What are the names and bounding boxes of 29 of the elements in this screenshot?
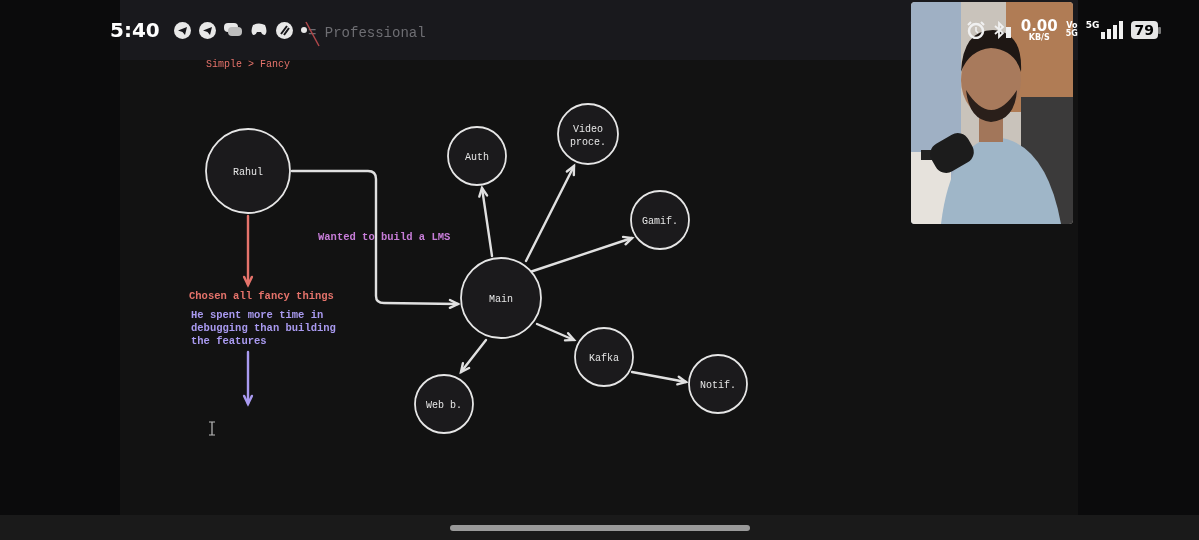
diagram-node: Rahul: [205, 128, 291, 214]
diagram-node: Kafka: [574, 327, 634, 387]
gamepad-icon: [249, 22, 268, 38]
alarm-clock-icon: [966, 21, 985, 39]
diagram-node: Main: [460, 257, 542, 339]
diagram-node: Auth: [447, 126, 507, 186]
signal-bars-icon: [1100, 21, 1123, 39]
annotation-text: Chosen all fancy things: [189, 290, 334, 302]
battery-level: 79: [1130, 21, 1158, 39]
dot-icon: [300, 27, 307, 33]
home-indicator[interactable]: [449, 524, 750, 531]
network-type: 5G: [1085, 21, 1100, 30]
chat-bubbles-icon: [223, 22, 242, 38]
diagram-node: Gamif.: [630, 190, 690, 250]
speed-unit: KB/S: [1028, 33, 1050, 42]
annotation-text: Wanted to build a LMS: [318, 231, 451, 243]
annotation-text: He spent more time in debugging than building the features: [191, 309, 336, 347]
diagram-node: Notif.: [688, 354, 748, 414]
tools-icon: [275, 21, 293, 39]
clock-time: 5:40: [110, 17, 160, 44]
paper-plane-icon: [198, 21, 216, 39]
battery-tip-icon: [1158, 26, 1161, 34]
subheading-text: Simple > Fancy: [206, 59, 290, 70]
paper-plane-icon: [173, 21, 191, 39]
bluetooth-icon: [992, 21, 1013, 39]
diagram-node: Web b.: [414, 374, 474, 434]
network-speed: 0.00: [1020, 18, 1058, 34]
diagram-node: Video proce.: [557, 103, 619, 165]
text-cursor-icon: [208, 421, 216, 436]
